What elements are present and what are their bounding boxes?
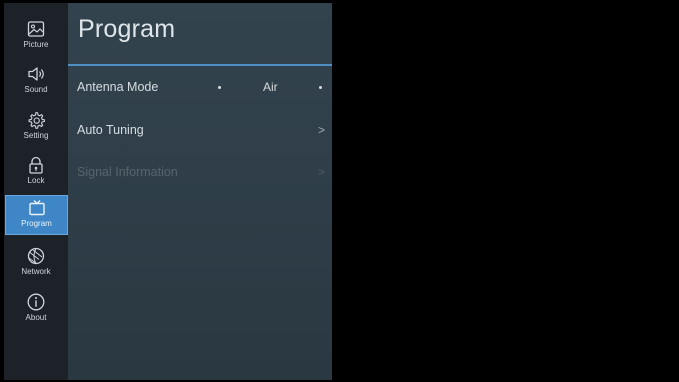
chevron-right-icon: >: [318, 123, 326, 137]
sidebar-item-label: Network: [21, 267, 51, 276]
sidebar-item-label: Sound: [24, 85, 48, 94]
row-label: Antenna Mode: [77, 80, 159, 94]
sidebar-item-picture[interactable]: Picture: [4, 17, 68, 59]
sidebar-item-about[interactable]: About: [4, 290, 68, 332]
chevron-right-icon: >: [318, 165, 326, 179]
sidebar-item-label: Picture: [23, 40, 49, 49]
antenna-mode-value: Air: [263, 80, 278, 94]
tv-icon: [28, 200, 45, 216]
antenna-mode-row[interactable]: Antenna Mode Air: [68, 73, 332, 101]
speaker-icon: [28, 67, 44, 81]
sidebar-item-label: Program: [21, 219, 52, 228]
lock-icon: [29, 156, 43, 174]
right-arrow-icon[interactable]: [319, 86, 322, 89]
row-label: Signal Information: [77, 165, 178, 179]
auto-tuning-row[interactable]: Auto Tuning >: [68, 116, 332, 144]
sidebar-item-label: About: [25, 313, 47, 322]
signal-information-row: Signal Information >: [68, 158, 332, 186]
sidebar-item-label: Setting: [23, 131, 49, 140]
title-divider: [68, 64, 332, 66]
globe-icon: [27, 247, 45, 265]
left-arrow-icon[interactable]: [218, 86, 221, 89]
sidebar-item-program[interactable]: Program: [5, 195, 68, 235]
info-icon: [27, 293, 45, 311]
sidebar-item-network[interactable]: Network: [4, 244, 68, 286]
program-panel: Program Antenna Mode Air Auto Tuning > S…: [68, 3, 332, 380]
sidebar: Picture Sound Setting Lock Program Netwo…: [4, 3, 68, 380]
gear-icon: [28, 111, 45, 129]
row-label: Auto Tuning: [77, 123, 144, 137]
sidebar-item-label: Lock: [27, 176, 45, 185]
sidebar-item-sound[interactable]: Sound: [4, 62, 68, 104]
picture-icon: [27, 21, 45, 37]
tv-screen: Picture Sound Setting Lock Program Netwo…: [4, 3, 676, 380]
page-title: Program: [78, 15, 176, 43]
sidebar-item-lock[interactable]: Lock: [4, 153, 68, 195]
sidebar-item-setting[interactable]: Setting: [4, 108, 68, 150]
